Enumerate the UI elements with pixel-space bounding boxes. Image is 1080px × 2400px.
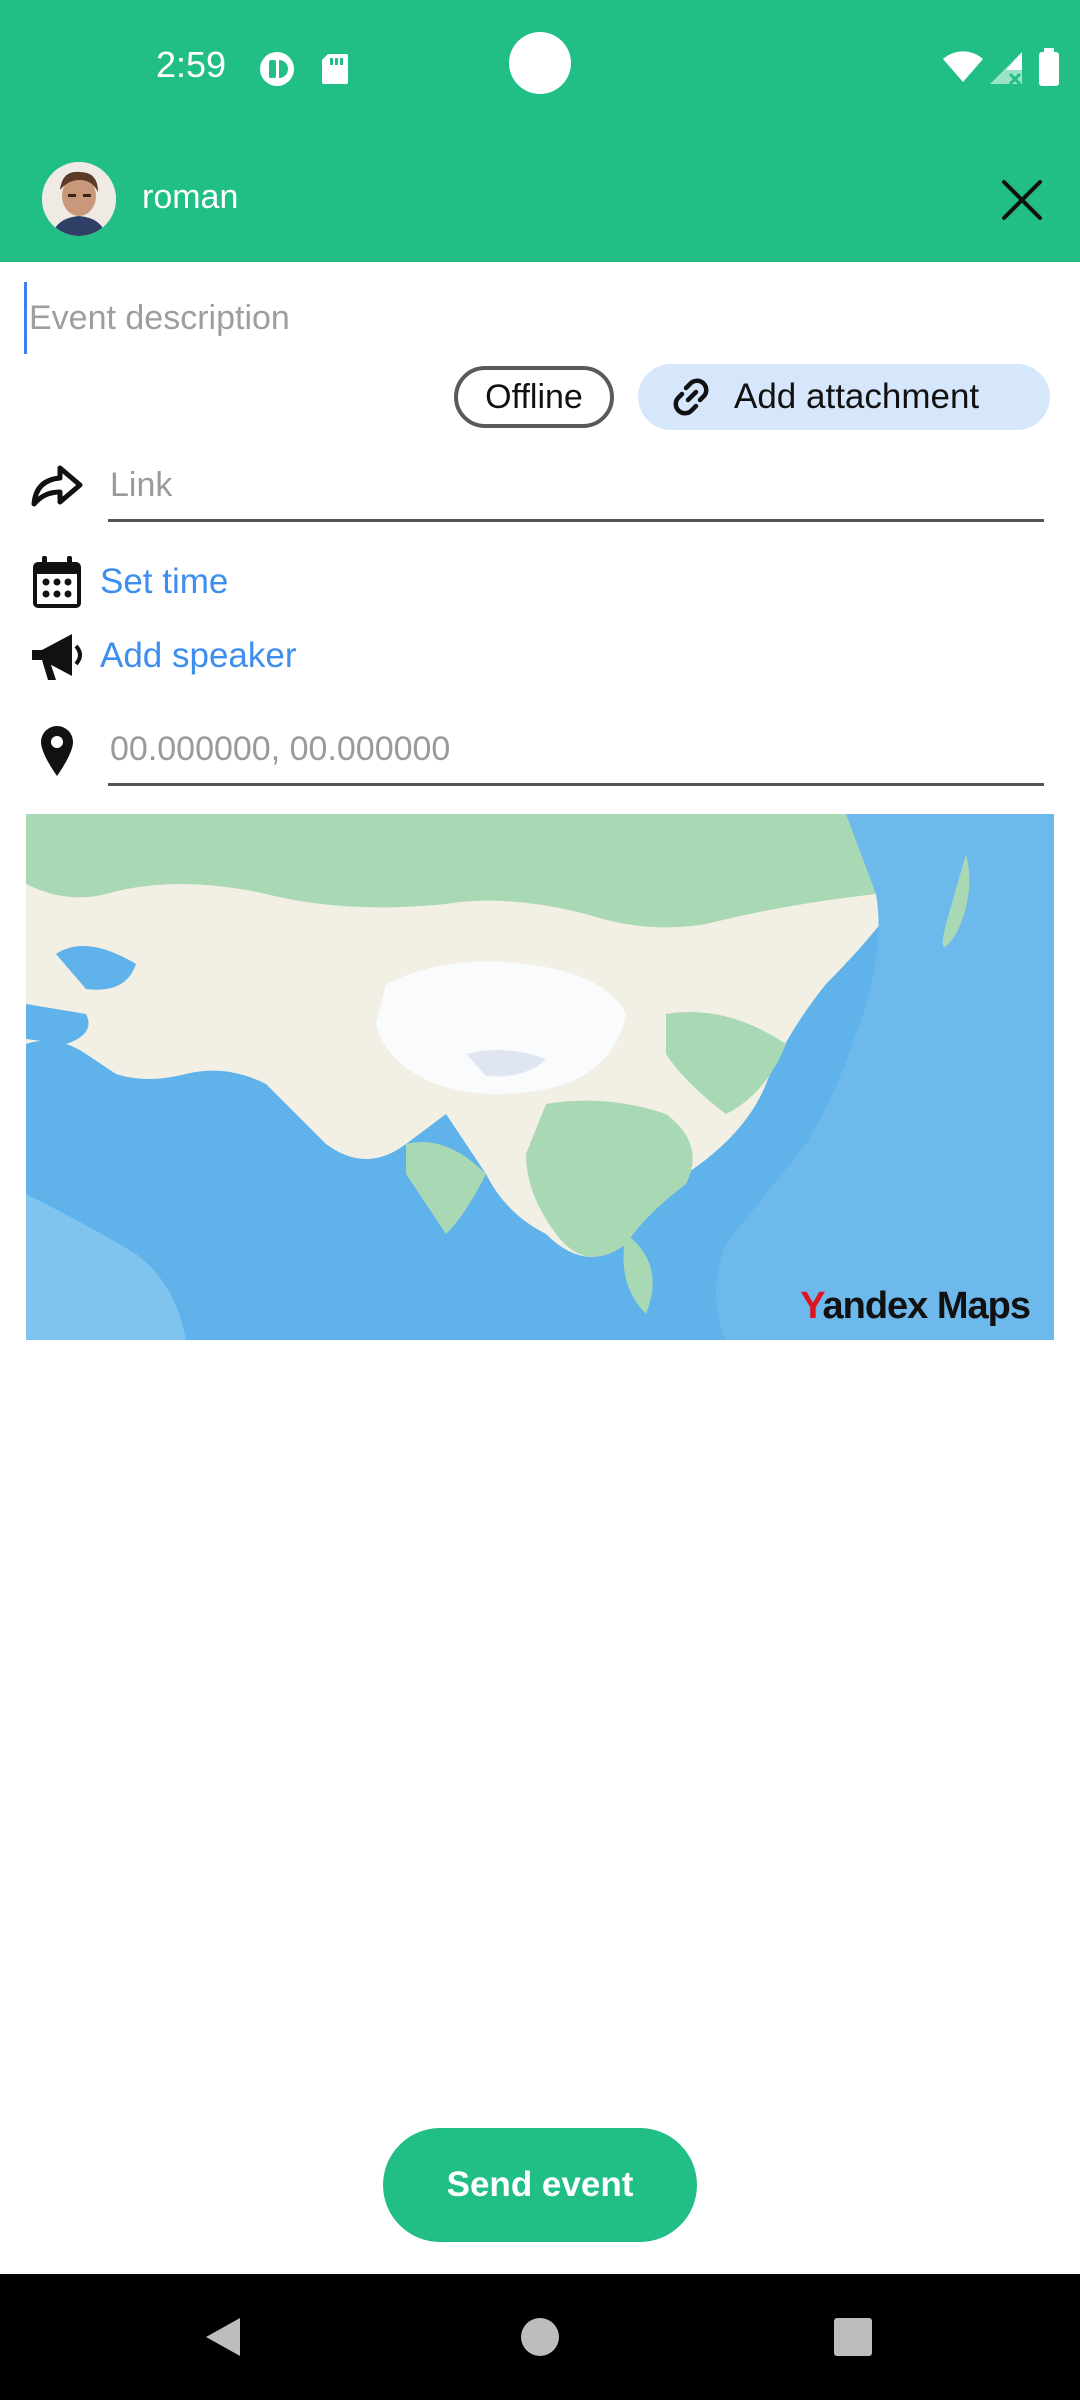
recents-icon[interactable] xyxy=(828,2312,878,2362)
calendar-icon xyxy=(28,554,86,612)
send-event-button[interactable]: Send event xyxy=(383,2128,697,2242)
map-view[interactable]: Yandex Maps xyxy=(26,814,1054,1340)
location-pin-icon xyxy=(28,722,86,780)
cell-signal-icon xyxy=(988,50,1024,91)
status-time: 2:59 xyxy=(156,44,227,85)
megaphone-icon xyxy=(28,628,86,686)
battery-icon xyxy=(1038,48,1060,91)
sd-card-icon xyxy=(320,52,350,91)
sync-app-icon xyxy=(258,50,296,93)
map-brand-initial: Y xyxy=(800,1285,823,1327)
coordinates-input[interactable] xyxy=(108,716,1044,786)
offline-chip[interactable]: Offline xyxy=(454,366,614,428)
set-time-link[interactable]: Set time xyxy=(100,562,228,602)
username: roman xyxy=(142,178,239,216)
add-attachment-label: Add attachment xyxy=(734,377,980,416)
camera-cutout xyxy=(509,32,571,94)
event-description-input[interactable] xyxy=(24,282,1044,354)
app-header: roman xyxy=(0,138,1080,262)
avatar[interactable] xyxy=(42,162,116,236)
map-brand: Yandex Maps xyxy=(800,1285,1031,1328)
map-brand-text: andex Maps xyxy=(822,1285,1031,1327)
close-icon[interactable] xyxy=(992,170,1052,230)
back-icon[interactable] xyxy=(200,2312,250,2362)
offline-chip-label: Offline xyxy=(485,377,583,416)
link-icon xyxy=(668,374,714,420)
link-input[interactable] xyxy=(108,452,1044,522)
navigation-bar xyxy=(0,2274,1080,2400)
home-icon[interactable] xyxy=(515,2312,565,2362)
send-event-label: Send event xyxy=(446,2165,634,2204)
add-attachment-button[interactable]: Add attachment xyxy=(638,364,1050,430)
add-speaker-link[interactable]: Add speaker xyxy=(100,636,297,676)
share-arrow-icon xyxy=(28,456,86,514)
status-bar: 2:59 xyxy=(0,0,1080,138)
wifi-icon xyxy=(942,50,984,89)
